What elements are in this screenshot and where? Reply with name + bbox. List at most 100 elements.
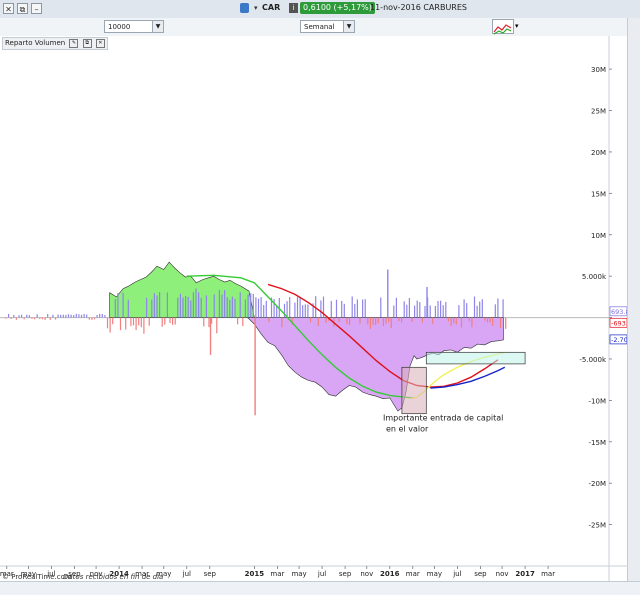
volume-bar: [255, 297, 257, 318]
volume-bar: [213, 294, 215, 318]
volume-bar: [224, 290, 226, 318]
close-icon[interactable]: ✕: [95, 38, 105, 48]
volume-bar: [237, 317, 239, 325]
volume-bar: [187, 296, 189, 318]
volume-bar: [138, 317, 140, 326]
volume-bar: [395, 297, 397, 318]
cyan-annotation-box: [425, 351, 526, 365]
volume-bar: [468, 317, 470, 322]
units-select[interactable]: 10000 unidades ▼: [104, 20, 164, 44]
dropdown-arrow-icon[interactable]: ▾: [254, 4, 258, 12]
volume-bar: [143, 317, 145, 334]
indicator-legend[interactable]: Reparto Volumen ✎ ⧉ ✕: [2, 37, 108, 50]
volume-bar: [502, 299, 504, 318]
window-titlebar: ✕ ⧉ – ▾ CAR i 0,6100 (+5,17%) 11-nov-201…: [0, 0, 640, 19]
volume-bar: [216, 317, 218, 334]
chart-type-icon[interactable]: [492, 19, 514, 35]
volume-bar: [388, 317, 390, 323]
volume-bar: [161, 317, 163, 327]
volume-bar: [499, 317, 502, 328]
y-tick-label: -10M: [589, 397, 606, 405]
minimize-window-icon[interactable]: –: [31, 3, 42, 14]
volume-bar: [226, 297, 228, 318]
x-tick-label: jul: [182, 570, 191, 578]
volume-bar: [140, 317, 142, 328]
x-tick-label: jul: [452, 570, 461, 578]
volume-bar: [390, 317, 392, 329]
volume-bar: [148, 317, 150, 326]
volume-bar: [343, 303, 345, 318]
volume-bar: [268, 317, 270, 323]
period-select[interactable]: Semanal ▼: [300, 20, 355, 33]
copy-icon[interactable]: ⧉: [82, 38, 92, 48]
volume-bar: [281, 317, 283, 328]
close-window-icon[interactable]: ✕: [3, 3, 14, 14]
volume-bar: [159, 292, 161, 318]
volume-bar: [239, 292, 241, 318]
volume-chart: Importante entrada de capital en el valor…: [0, 36, 627, 581]
volume-bar: [5, 317, 7, 319]
volume-bar: [172, 317, 174, 325]
volume-bar: [166, 292, 168, 318]
volume-bar: [362, 299, 364, 318]
volume-bar: [497, 298, 499, 318]
volume-bar: [434, 306, 436, 318]
volume-bar: [453, 317, 455, 324]
value-label: -693.865: [611, 319, 627, 327]
volume-bar: [351, 296, 353, 318]
volume-bar: [80, 314, 83, 318]
volume-bar: [494, 304, 496, 318]
volume-bar: [341, 300, 343, 318]
volume-bar: [309, 317, 312, 323]
volume-bar: [286, 301, 288, 318]
volume-bar: [432, 317, 434, 325]
volume-bar: [492, 317, 494, 326]
volume-bar: [455, 317, 457, 325]
volume-bar: [296, 296, 299, 318]
volume-bar: [185, 295, 187, 318]
y-tick-label: 25M: [591, 108, 606, 116]
volume-bar: [34, 317, 36, 320]
volume-bar: [338, 317, 340, 323]
volume-bar: [23, 317, 25, 320]
restore-window-icon[interactable]: ⧉: [17, 3, 28, 14]
volume-bar: [146, 297, 148, 318]
y-tick-label: -20M: [589, 480, 606, 488]
chevron-down-icon[interactable]: ▾: [515, 22, 519, 30]
volume-bar: [307, 304, 309, 318]
volume-bar: [26, 314, 28, 318]
y-tick-label: -25M: [589, 522, 606, 530]
wrench-icon[interactable]: ✎: [69, 38, 79, 48]
volume-bar: [21, 314, 23, 318]
volume-bar: [78, 314, 80, 318]
volume-bar: [218, 290, 220, 318]
volume-bar: [273, 299, 275, 318]
volume-bar: [359, 317, 361, 324]
volume-bar: [203, 317, 205, 327]
indicator-name: Reparto Volumen: [5, 39, 66, 47]
x-tick-label: 2017: [515, 570, 535, 578]
volume-bar: [31, 317, 33, 319]
volume-bar: [114, 299, 116, 318]
x-tick-label: 2015: [245, 570, 265, 578]
volume-bar: [135, 317, 137, 331]
value-label: -2.703k: [611, 336, 627, 344]
footer: © ProRealTime.com Datos recibidos en fin…: [0, 573, 640, 595]
volume-bar: [369, 317, 371, 329]
info-icon[interactable]: i: [289, 3, 298, 13]
volume-bar: [406, 304, 408, 318]
volume-bar: [330, 300, 332, 318]
volume-bar: [57, 314, 59, 318]
ticker-symbol: CAR: [262, 3, 281, 12]
volume-bar: [414, 305, 416, 318]
y-tick-label: 30M: [591, 66, 606, 74]
volume-bar: [18, 315, 20, 318]
date-and-name: 11-nov-2016 CARBURES: [370, 3, 467, 12]
volume-bar: [421, 317, 423, 323]
volume-bar: [132, 317, 135, 326]
volume-bar: [153, 293, 155, 318]
volume-bar: [39, 317, 41, 319]
volume-bar: [250, 293, 252, 318]
lock-icon[interactable]: [240, 3, 249, 13]
volume-bar: [289, 297, 291, 318]
